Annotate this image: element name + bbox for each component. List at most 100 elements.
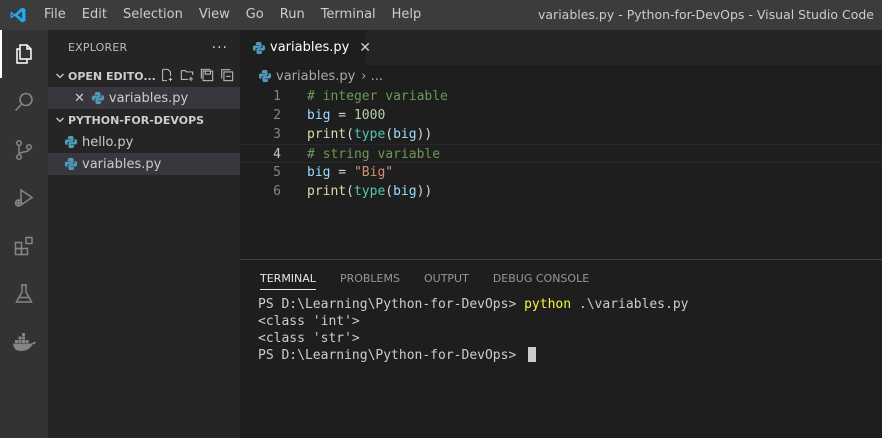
code-token: print [307, 127, 347, 142]
chevron-down-icon [52, 115, 68, 125]
code-line: 3 print(type(big)) [240, 125, 882, 144]
explorer-header: EXPLORER ··· [48, 30, 240, 65]
code-token: ( [346, 184, 354, 199]
code-text: # integer variable [307, 87, 448, 106]
new-folder-icon[interactable] [180, 68, 194, 85]
menu-bar: File Edit Selection View Go Run Terminal… [36, 0, 429, 30]
editor-tabs: variables.py ✕ [240, 30, 882, 65]
menu-go[interactable]: Go [238, 0, 272, 30]
code-token: print [307, 184, 347, 199]
tab-problems[interactable]: PROBLEMS [340, 260, 400, 296]
code-editor[interactable]: 1 # integer variable 2 big = 1000 3 print(typ… [240, 87, 882, 259]
testing-icon[interactable] [0, 270, 48, 318]
tab-debug-console[interactable]: DEBUG CONSOLE [493, 260, 589, 296]
python-file-icon [64, 135, 78, 149]
explorer-title: EXPLORER [68, 41, 128, 54]
open-editors-section[interactable]: OPEN EDITO... [48, 65, 240, 87]
menu-edit[interactable]: Edit [74, 0, 115, 30]
code-token: type [353, 184, 386, 199]
terminal-line: PS D:\Learning\Python-for-DevOps> python… [258, 296, 688, 313]
code-token: big [393, 184, 417, 199]
line-number: 2 [273, 108, 281, 123]
terminal-line: <class 'str'> [258, 331, 360, 346]
terminal-line: PS D:\Learning\Python-for-DevOps> [258, 347, 688, 364]
terminal-command: python [524, 297, 572, 312]
menu-selection[interactable]: Selection [115, 0, 191, 30]
source-control-icon[interactable] [0, 126, 48, 174]
code-token: = [330, 108, 354, 123]
line-number: 3 [273, 127, 281, 142]
menu-view[interactable]: View [191, 0, 238, 30]
code-token: ( [385, 127, 394, 142]
explorer-icon[interactable] [0, 30, 48, 78]
breadcrumb-file[interactable]: variables.py [276, 69, 355, 84]
bottom-panel: TERMINAL PROBLEMS OUTPUT DEBUG CONSOLE P… [240, 259, 882, 438]
python-file-icon [91, 91, 105, 105]
code-token: big [393, 127, 417, 142]
open-editors-label: OPEN EDITO... [68, 69, 156, 83]
code-token: # string variable [307, 147, 441, 162]
save-all-icon[interactable] [200, 68, 214, 85]
code-text: # string variable [307, 145, 440, 164]
tab-output[interactable]: OUTPUT [424, 260, 469, 296]
code-token: )) [416, 127, 433, 142]
code-line: 5 big = "Big" [240, 163, 882, 182]
code-text: big = "Big" [307, 163, 393, 182]
close-icon[interactable]: ✕ [74, 91, 85, 106]
code-token: type [353, 127, 386, 142]
file-item-hello[interactable]: hello.py [48, 131, 240, 153]
code-text: big = 1000 [307, 106, 385, 125]
project-folder-section[interactable]: PYTHON-FOR-DEVOPS [48, 109, 240, 131]
code-line: 4 # string variable [240, 144, 882, 163]
docker-icon[interactable] [0, 318, 48, 366]
code-line: 2 big = 1000 [240, 106, 882, 125]
open-editor-label: variables.py [108, 90, 189, 106]
menu-help[interactable]: Help [384, 0, 430, 30]
menu-file[interactable]: File [36, 0, 74, 30]
close-icon[interactable]: ✕ [359, 40, 371, 56]
menu-run[interactable]: Run [272, 0, 313, 30]
line-number: 4 [273, 147, 281, 162]
terminal-output[interactable]: PS D:\Learning\Python-for-DevOps> python… [258, 296, 688, 364]
breadcrumb: variables.py › ... [240, 65, 882, 87]
run-debug-icon[interactable] [0, 174, 48, 222]
terminal-prompt: PS D:\Learning\Python-for-DevOps> [258, 348, 525, 363]
search-icon[interactable] [0, 78, 48, 126]
code-token: ( [385, 184, 394, 199]
python-file-icon [64, 157, 78, 171]
code-token: ( [346, 127, 354, 142]
code-token: 1000 [353, 108, 386, 123]
code-line: 1 # integer variable [240, 87, 882, 106]
code-token: big [307, 108, 331, 123]
explorer-sidebar: EXPLORER ··· OPEN EDITO... ✕ variables.p… [48, 30, 240, 438]
tab-variables-py[interactable]: variables.py ✕ [240, 30, 371, 65]
collapse-all-icon[interactable] [220, 68, 234, 85]
code-text: print(type(big)) [307, 182, 432, 201]
panel-tabs: TERMINAL PROBLEMS OUTPUT DEBUG CONSOLE [240, 260, 882, 296]
code-text: print(type(big)) [307, 125, 432, 144]
project-folder-label: PYTHON-FOR-DEVOPS [68, 113, 205, 127]
terminal-args: .\variables.py [571, 297, 689, 312]
chevron-down-icon [52, 71, 68, 81]
file-label: variables.py [82, 156, 162, 172]
open-editor-item[interactable]: ✕ variables.py [48, 87, 240, 109]
tab-terminal[interactable]: TERMINAL [260, 260, 316, 296]
line-number: 5 [273, 165, 281, 180]
menu-terminal[interactable]: Terminal [313, 0, 384, 30]
line-number: 1 [273, 89, 281, 104]
code-token: = [330, 165, 354, 180]
terminal-line: <class 'int'> [258, 314, 360, 329]
code-token: big [307, 165, 331, 180]
file-item-variables[interactable]: variables.py [48, 153, 240, 175]
terminal-cursor [528, 347, 537, 362]
new-file-icon[interactable] [160, 68, 174, 85]
vscode-logo-icon[interactable] [0, 0, 36, 30]
code-token: )) [416, 184, 433, 199]
more-actions-icon[interactable]: ··· [212, 40, 228, 56]
activity-bar [0, 30, 48, 438]
code-line: 6 print(type(big)) [240, 182, 882, 201]
python-file-icon [258, 69, 272, 83]
extensions-icon[interactable] [0, 222, 48, 270]
breadcrumb-ellipsis[interactable]: › ... [361, 69, 383, 84]
terminal-prompt: PS D:\Learning\Python-for-DevOps> [258, 297, 525, 312]
